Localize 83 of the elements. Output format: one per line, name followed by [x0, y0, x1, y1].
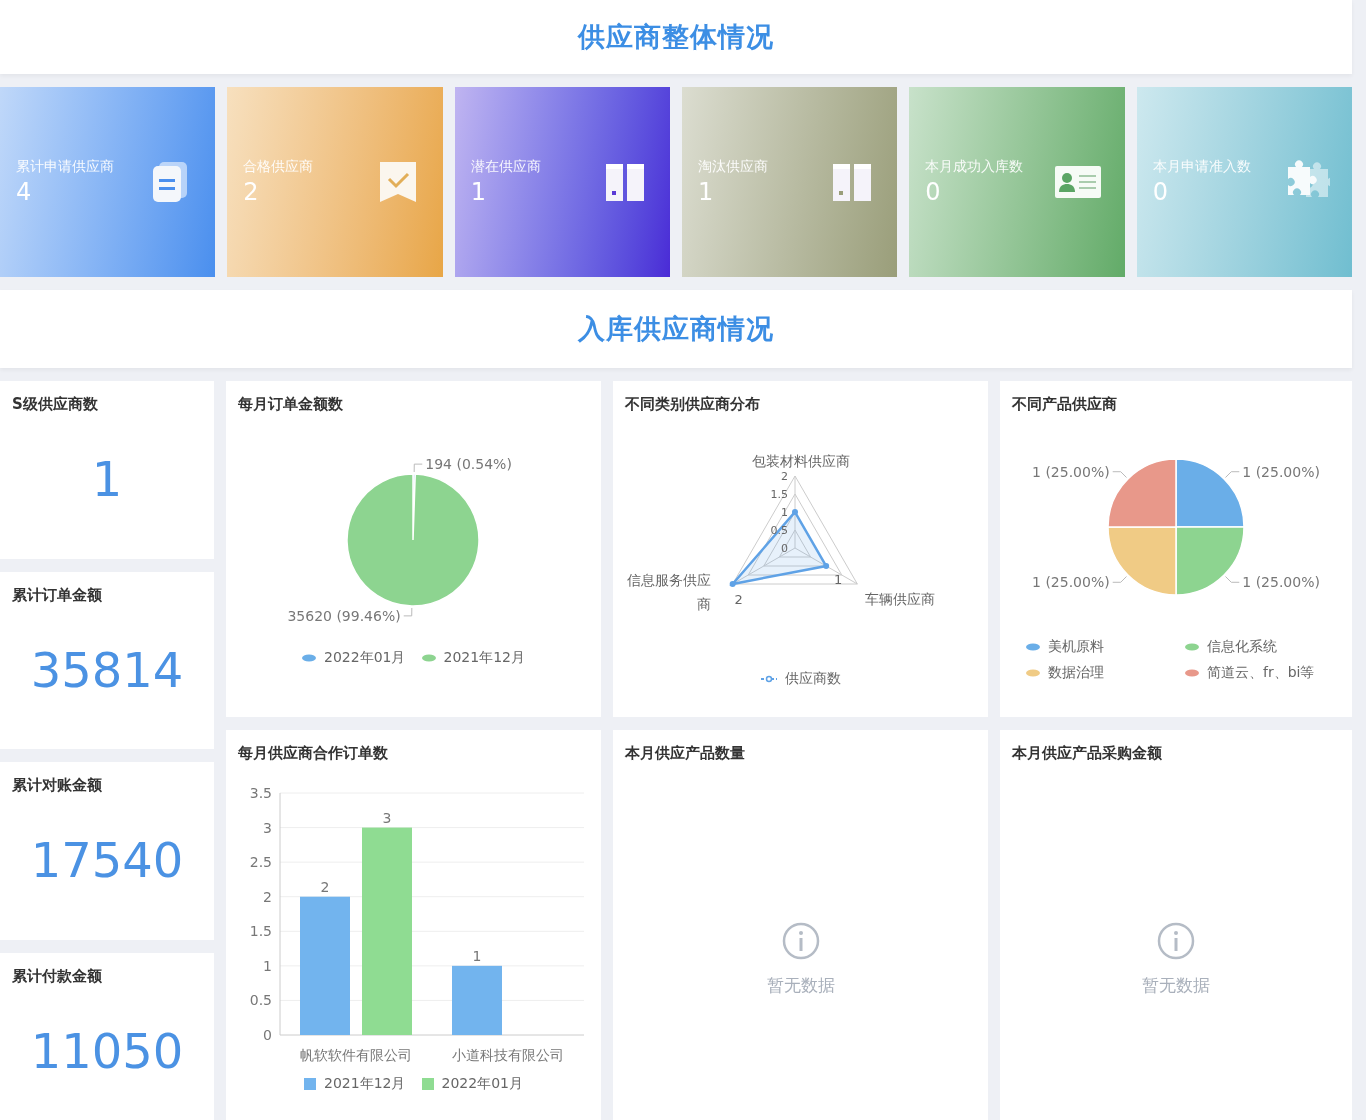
axis-category-label: 帆软软件有限公司	[300, 1047, 412, 1063]
axis-tick-label: 1.5	[249, 923, 272, 940]
legend-label: 美机原料	[1048, 638, 1104, 656]
data-label: 2	[734, 592, 743, 607]
leader-line	[403, 607, 413, 617]
legend-label: 2022年01月	[324, 649, 406, 667]
panel-title: 不同类别供应商分布	[625, 395, 761, 414]
stat-label: 累计付款金额	[12, 966, 103, 986]
card-value: 4	[16, 178, 33, 206]
leader-line	[413, 463, 423, 473]
legend-marker	[1185, 643, 1199, 651]
leader-line	[1225, 576, 1240, 583]
panel-title: 每月供应商合作订单数	[238, 744, 389, 763]
leader-line	[1112, 471, 1127, 478]
legend-marker	[421, 1078, 434, 1090]
data-label: 1 (25.00%)	[1032, 463, 1110, 480]
axis-tick-label: 1	[781, 506, 788, 519]
axis-tick-label: 0.5	[249, 992, 272, 1009]
legend-label: 2022年01月	[441, 1075, 523, 1093]
data-label: 35620 (99.46%)	[287, 607, 401, 624]
legend-label: 数据治理	[1048, 664, 1104, 682]
legend-label: 2021年12月	[443, 649, 525, 667]
data-label: 2	[320, 878, 330, 895]
data-label: 1 (25.00%)	[1242, 463, 1320, 480]
axis-tick-label: 0	[781, 542, 788, 555]
empty-message: 暂无数据	[1142, 974, 1210, 997]
legend-label: 简道云、fr、bi等	[1207, 664, 1315, 682]
legend-marker	[1185, 669, 1199, 677]
axis-tick-label: 1	[263, 957, 272, 974]
legend-marker	[1026, 669, 1040, 677]
empty-message: 暂无数据	[766, 974, 835, 997]
legend-label: 2021年12月	[324, 1075, 406, 1093]
legend-marker	[304, 1078, 317, 1090]
card-value: 1	[470, 178, 487, 206]
card-label: 潜在供应商	[470, 158, 541, 176]
panel-title: 不同产品供应商	[1012, 395, 1118, 414]
page-title: 供应商整体情况	[578, 20, 774, 54]
stat-value: 1	[91, 451, 123, 508]
axis-tick-label: 2	[781, 470, 788, 483]
card-value: 2	[243, 178, 260, 206]
axis-label: 车辆供应商	[865, 591, 935, 607]
data-label: 1	[472, 947, 482, 964]
axis-label: 包装材料供应商	[752, 453, 850, 469]
data-label: 1 (25.00%)	[1242, 574, 1320, 591]
info-icon	[1157, 922, 1195, 960]
axis-tick-label: 3	[263, 819, 272, 836]
card-label: 本月成功入库数	[925, 158, 1024, 176]
data-label: 1	[834, 572, 843, 587]
axis-tick-label: 2.5	[249, 854, 272, 871]
axis-tick-label: 0	[263, 1027, 272, 1043]
section-title: 入库供应商情况	[578, 312, 774, 346]
stat-label: 累计订单金额	[12, 585, 103, 605]
stat-label: 累计对账金额	[12, 776, 103, 795]
stat-value: 35814	[30, 641, 184, 698]
axis-label: 信息服务供应商	[626, 571, 711, 614]
data-label: 3	[382, 809, 392, 826]
legend-marker	[1026, 643, 1040, 651]
data-label: 1 (25.00%)	[1032, 574, 1110, 591]
axis-tick-label: 1.5	[770, 488, 788, 501]
stat-value: 17540	[30, 832, 184, 889]
info-icon	[781, 922, 820, 960]
card-value: 0	[925, 178, 942, 206]
card-label: 累计申请供应商	[16, 158, 114, 176]
card-value: 1	[698, 178, 715, 206]
panel-title: 每月订单金额数	[238, 395, 344, 414]
card-label: 合格供应商	[243, 158, 314, 176]
stat-label: S级供应商数	[12, 395, 99, 414]
axis-category-label: 小道科技有限公司	[452, 1047, 564, 1063]
legend-marker	[302, 654, 317, 662]
panel-title: 本月供应产品采购金额	[1012, 744, 1163, 763]
leader-line	[1225, 471, 1240, 478]
legend-marker	[421, 654, 436, 662]
axis-tick-label: 3.5	[249, 785, 272, 801]
legend-label: 供应商数	[784, 670, 841, 688]
stat-value: 11050	[30, 1022, 184, 1079]
legend-label: 信息化系统	[1207, 638, 1277, 656]
legend-marker	[760, 675, 777, 683]
card-label: 本月申请准入数	[1152, 158, 1251, 176]
card-value: 0	[1152, 178, 1169, 206]
panel-title: 本月供应产品数量	[625, 744, 746, 763]
data-label: 194 (0.54%)	[425, 456, 512, 473]
axis-tick-label: 2	[263, 888, 272, 905]
leader-line	[1112, 576, 1127, 583]
